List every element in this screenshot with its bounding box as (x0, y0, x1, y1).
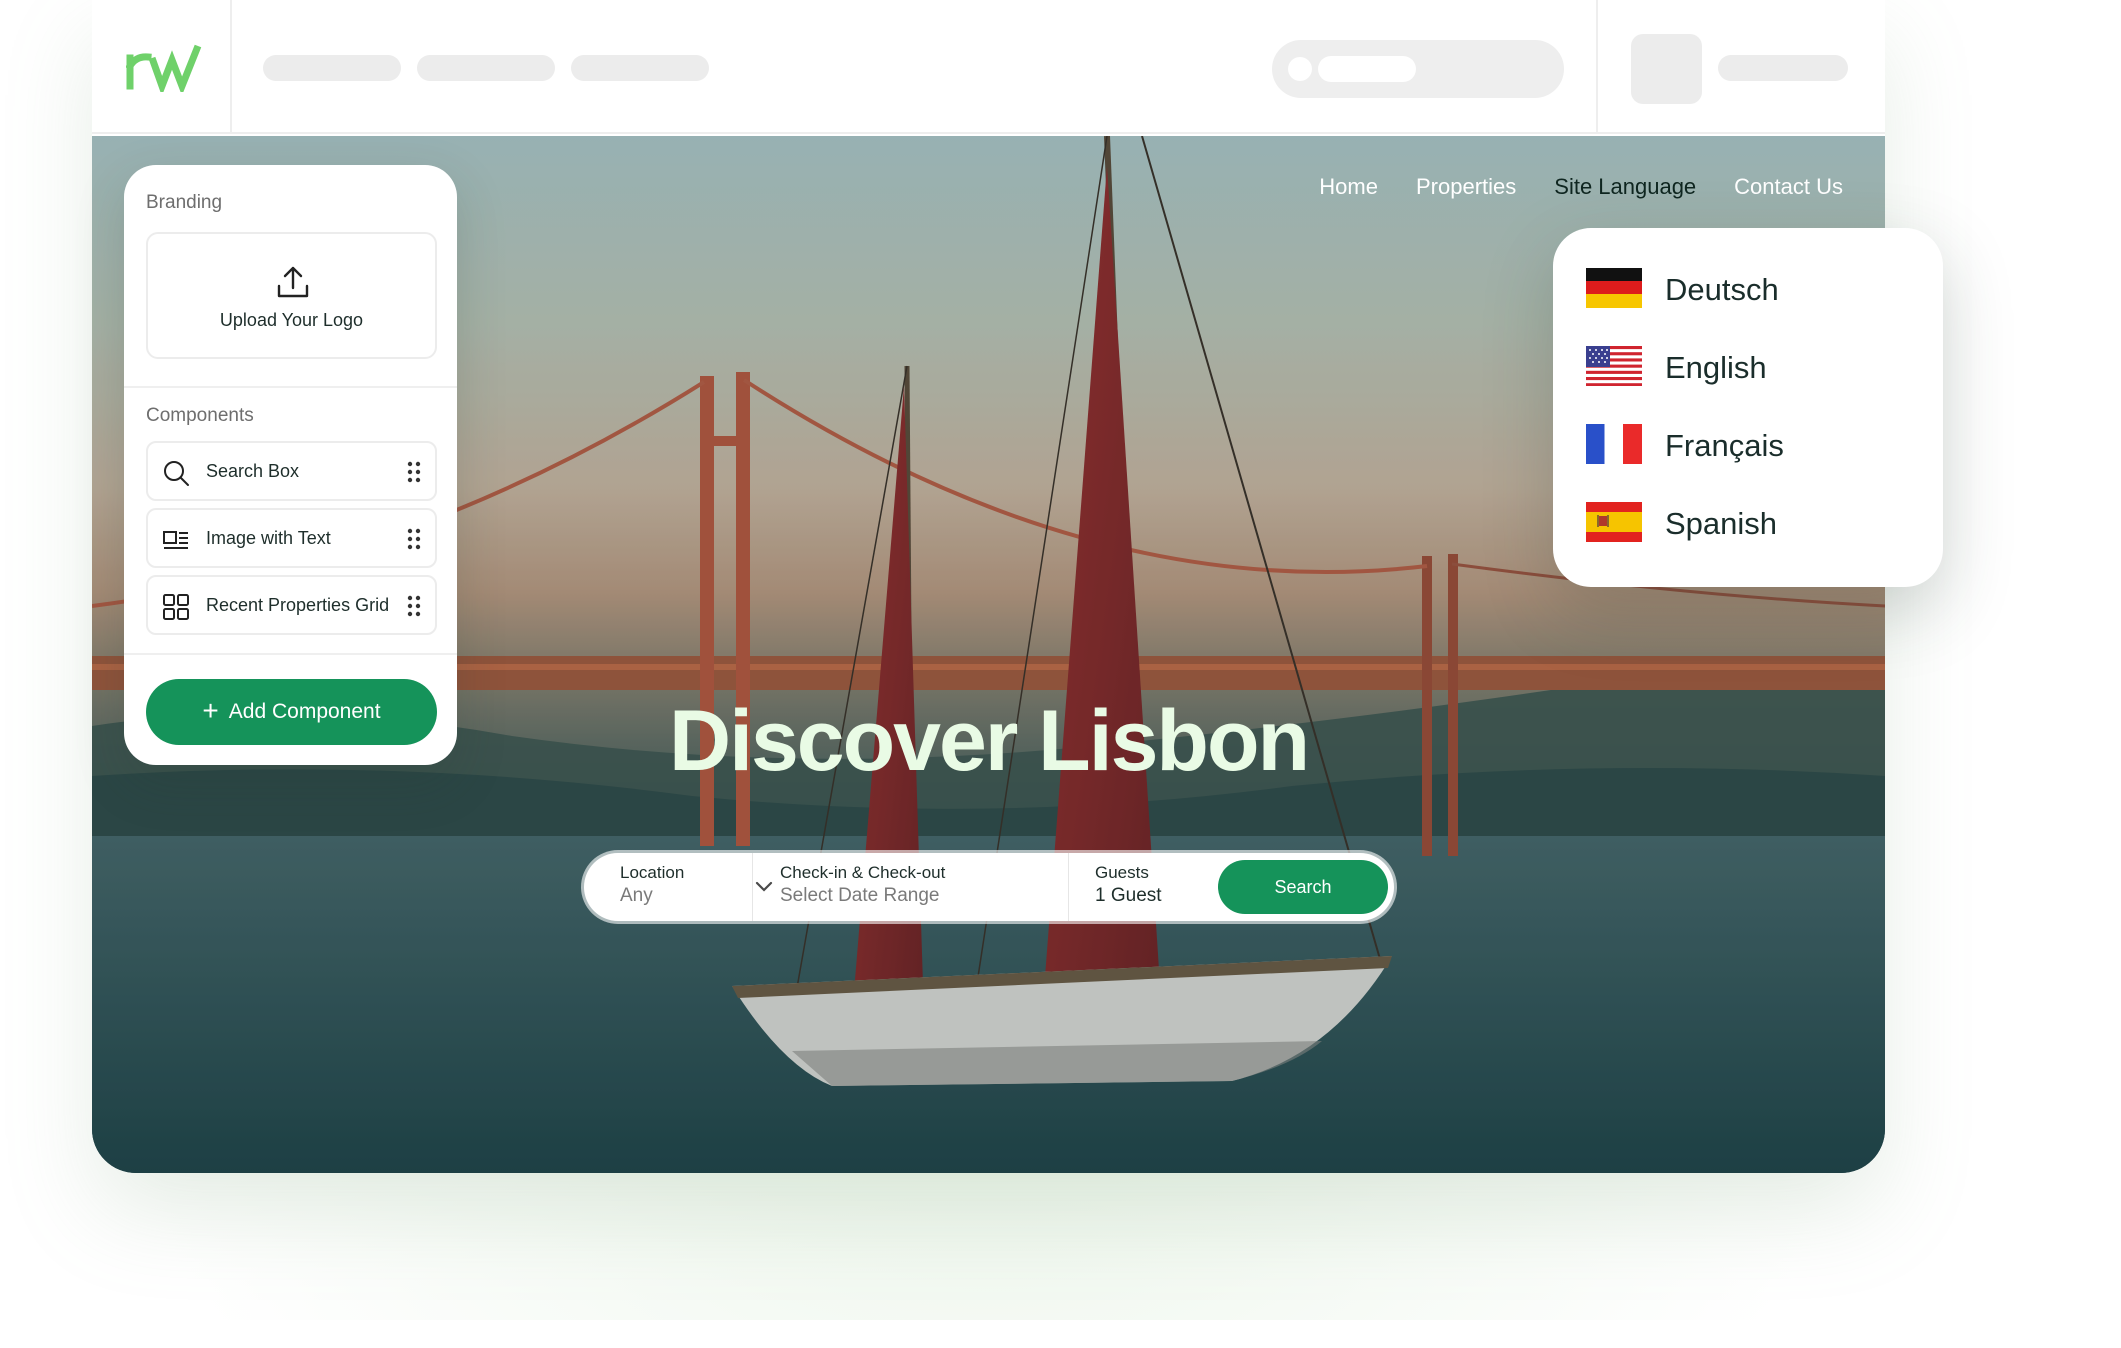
upload-icon (277, 266, 309, 298)
nav-properties[interactable]: Properties (1416, 174, 1516, 200)
property-search-bar: Location Any Check-in & Check-out Select… (584, 853, 1394, 921)
component-image-with-text[interactable]: Image with Text (146, 508, 437, 568)
nav-site-language[interactable]: Site Language (1554, 174, 1696, 200)
search-icon (164, 461, 189, 486)
spain-flag-icon (1586, 502, 1642, 542)
guests-field[interactable]: Guests 1 Guest (1095, 853, 1205, 921)
nav-skeleton (417, 55, 555, 81)
rw-logo-icon (126, 44, 202, 92)
upload-logo-button[interactable]: Upload Your Logo (146, 232, 437, 359)
search-button[interactable]: Search (1218, 860, 1388, 914)
language-option-francais[interactable]: Français (1586, 424, 1906, 466)
language-label: Spanish (1665, 506, 1778, 541)
divider (124, 653, 457, 655)
france-flag-icon (1586, 424, 1642, 464)
language-option-english[interactable]: English (1586, 346, 1906, 388)
drag-handle-icon[interactable] (407, 527, 421, 551)
upload-label: Upload Your Logo (219, 310, 364, 330)
date-range-field[interactable]: Check-in & Check-out Select Date Range (780, 853, 1040, 921)
nav-home[interactable]: Home (1319, 174, 1378, 200)
branding-title: Branding (146, 192, 223, 213)
image-text-icon (163, 531, 188, 549)
divider (124, 386, 457, 388)
drag-handle-icon[interactable] (407, 594, 421, 618)
language-label: Français (1665, 428, 1784, 463)
search-skeleton-pill (1318, 56, 1416, 82)
component-recent-properties-grid[interactable]: Recent Properties Grid (146, 575, 437, 635)
guests-value: 1 Guest (1095, 885, 1162, 906)
component-label: Search Box (206, 461, 300, 481)
nav-skeleton (263, 55, 401, 81)
component-label: Image with Text (206, 528, 331, 548)
add-component-button[interactable]: + Add Component (146, 679, 437, 745)
location-label: Location (620, 863, 685, 882)
grid-icon (163, 594, 189, 620)
guests-label: Guests (1095, 863, 1149, 882)
location-select[interactable]: Location Any (620, 853, 773, 921)
search-skeleton-dot (1288, 57, 1312, 81)
top-bar (92, 0, 1885, 134)
language-label: English (1665, 350, 1767, 385)
add-component-label: Add Component (228, 700, 381, 723)
germany-flag-icon (1586, 268, 1642, 308)
dates-placeholder: Select Date Range (780, 885, 940, 906)
component-label: Recent Properties Grid (206, 595, 390, 615)
chevron-down-icon (755, 881, 773, 892)
language-label: Deutsch (1665, 272, 1779, 307)
dates-label: Check-in & Check-out (780, 863, 946, 882)
components-title: Components (146, 405, 254, 426)
logo[interactable] (92, 0, 232, 134)
nav-contact[interactable]: Contact Us (1734, 174, 1843, 200)
builder-panel: Branding Upload Your Logo Components Sea… (124, 165, 457, 765)
nav-skeleton (571, 55, 709, 81)
site-language-menu: Deutsch English Français Spanish (1553, 228, 1943, 587)
search-skeleton (1272, 40, 1564, 98)
language-option-deutsch[interactable]: Deutsch (1586, 268, 1906, 310)
avatar-skeleton (1631, 34, 1702, 104)
language-option-spanish[interactable]: Spanish (1586, 502, 1906, 544)
plus-icon: + (202, 694, 219, 726)
divider (1596, 0, 1598, 134)
user-skeleton (1718, 55, 1848, 81)
divider (752, 853, 753, 921)
location-value: Any (620, 885, 653, 906)
divider (1068, 853, 1069, 921)
drag-handle-icon[interactable] (407, 460, 421, 484)
component-search-box[interactable]: Search Box (146, 441, 437, 501)
usa-flag-icon (1586, 346, 1642, 386)
hero-nav: Home Properties Site Language Contact Us (1319, 174, 1843, 200)
